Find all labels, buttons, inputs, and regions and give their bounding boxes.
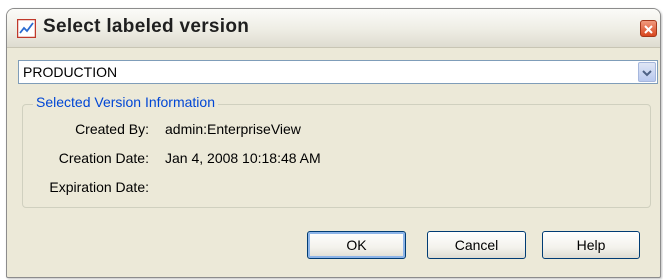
help-button[interactable]: Help [542, 231, 640, 259]
close-button[interactable] [640, 20, 657, 37]
expiration-date-label: Expiration Date: [49, 179, 149, 195]
creation-date-value: Jan 4, 2008 10:18:48 AM [165, 150, 321, 166]
chart-line-icon [16, 18, 37, 39]
info-row-expiration-date: Expiration Date: [7, 179, 660, 197]
created-by-label: Created By: [75, 121, 149, 137]
info-row-created-by: Created By: admin:EnterpriseView [7, 121, 660, 139]
group-legend: Selected Version Information [33, 94, 218, 110]
ok-button[interactable]: OK [307, 231, 406, 259]
select-labeled-version-dialog: Select labeled version PRODUCTION Select… [6, 8, 661, 278]
created-by-value: admin:EnterpriseView [165, 121, 301, 137]
cancel-button[interactable]: Cancel [427, 231, 526, 259]
version-dropdown[interactable]: PRODUCTION [18, 60, 658, 84]
dropdown-arrow-button[interactable] [638, 62, 656, 82]
chevron-down-icon [642, 64, 652, 80]
info-row-creation-date: Creation Date: Jan 4, 2008 10:18:48 AM [7, 150, 660, 168]
title-bar[interactable]: Select labeled version [7, 9, 660, 48]
creation-date-label: Creation Date: [58, 150, 149, 166]
close-icon [644, 21, 653, 37]
window-title: Select labeled version [43, 16, 250, 37]
version-dropdown-value: PRODUCTION [23, 64, 118, 80]
